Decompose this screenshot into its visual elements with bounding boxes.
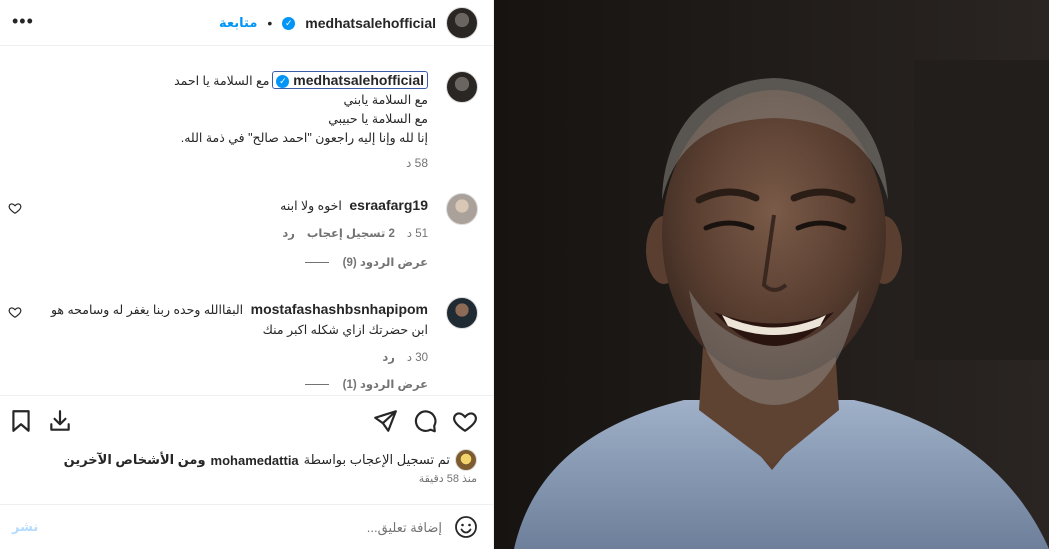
- replies-line: [304, 261, 329, 263]
- likes-summary[interactable]: تم تسجيل الإعجاب بواسطة mohamedattia ومن…: [64, 449, 477, 471]
- comment-time: 51 د: [406, 228, 428, 240]
- liker-username[interactable]: mohamedattia: [211, 453, 299, 468]
- comment-likes[interactable]: 2 تسجيل إعجاب: [307, 224, 395, 244]
- caption-line-3: مع السلامة يا حبيبي: [328, 112, 428, 126]
- caption-time: 58 د: [405, 156, 428, 170]
- comment-username[interactable]: mostafashashbsnhapipom: [251, 301, 428, 317]
- liker-avatar: [455, 449, 477, 471]
- comments-list[interactable]: ✓ medhatsalehofficialمع السلامة يا احمد …: [0, 47, 493, 395]
- portrait-photo: [494, 0, 1049, 549]
- send-icon[interactable]: [372, 408, 398, 434]
- verified-badge-icon: ✓: [276, 74, 290, 88]
- reply-button[interactable]: رد: [382, 348, 395, 368]
- view-replies-label: عرض الردود (9): [342, 257, 428, 269]
- bookmark-icon[interactable]: [8, 408, 34, 434]
- post-image: [494, 0, 1049, 549]
- action-bar: [0, 395, 493, 447]
- verified-badge-icon: ✓: [282, 16, 296, 30]
- more-horizontal-icon[interactable]: •••: [12, 12, 34, 30]
- header-user: متابعة • ✓ medhatsalehofficial: [219, 7, 478, 39]
- likes-suffix[interactable]: ومن الأشخاص الآخرين: [64, 452, 206, 468]
- header-username[interactable]: medhatsalehofficial: [305, 15, 436, 31]
- post-time-ago: منذ 58 دقيقة: [418, 473, 477, 485]
- view-replies-button[interactable]: عرض الردود (1): [304, 377, 428, 391]
- follow-button[interactable]: متابعة: [219, 15, 257, 31]
- reply-button[interactable]: رد: [282, 224, 295, 244]
- header-avatar[interactable]: [446, 7, 478, 39]
- view-replies-label: عرض الردود (1): [342, 379, 428, 391]
- post-detail-panel: ••• متابعة • ✓ medhatsalehofficial ✓ med…: [0, 0, 494, 549]
- comment-username[interactable]: esraafarg19: [349, 197, 428, 213]
- view-replies-button[interactable]: عرض الردود (9): [304, 255, 428, 269]
- likes-prefix: تم تسجيل الإعجاب بواسطة: [303, 452, 450, 467]
- caption-avatar[interactable]: [446, 71, 478, 103]
- caption-username[interactable]: ✓ medhatsalehofficial: [272, 71, 428, 89]
- comment-time: 30 د: [406, 352, 428, 364]
- post-button[interactable]: نشر: [12, 519, 38, 535]
- caption-line-4: إنا لله وإنا إليه راجعون "احمد صالح" في …: [180, 131, 428, 145]
- caption-line-1: ✓ medhatsalehofficialمع السلامة يا احمد: [18, 71, 428, 91]
- comment-avatar[interactable]: [446, 297, 478, 329]
- heart-icon[interactable]: [452, 408, 478, 434]
- comment-avatar[interactable]: [446, 193, 478, 225]
- comment-input[interactable]: [82, 513, 442, 541]
- comment-heart-icon[interactable]: [8, 305, 22, 319]
- post-header: ••• متابعة • ✓ medhatsalehofficial: [0, 0, 493, 46]
- download-icon[interactable]: [47, 408, 73, 434]
- comment-text: اخوه ولا ابنه: [280, 199, 342, 213]
- caption-body: ✓ medhatsalehofficialمع السلامة يا احمد …: [18, 71, 428, 173]
- comment-body: mostafashashbsnhapipom البقاالله وحده رب…: [48, 299, 428, 368]
- comment-icon[interactable]: [412, 408, 438, 434]
- caption-line-2: مع السلامة يابني: [343, 93, 428, 107]
- comment-heart-icon[interactable]: [8, 201, 22, 215]
- comment-meta: 51 د 2 تسجيل إعجاب رد: [48, 224, 428, 244]
- comment-meta: 30 د رد: [48, 348, 428, 368]
- replies-line: [304, 383, 329, 385]
- comment-body: esraafarg19 اخوه ولا ابنه 51 د 2 تسجيل إ…: [48, 195, 428, 244]
- separator-dot: •: [267, 15, 273, 31]
- comment-bar: نشر: [0, 504, 493, 549]
- smiley-icon[interactable]: [454, 515, 478, 539]
